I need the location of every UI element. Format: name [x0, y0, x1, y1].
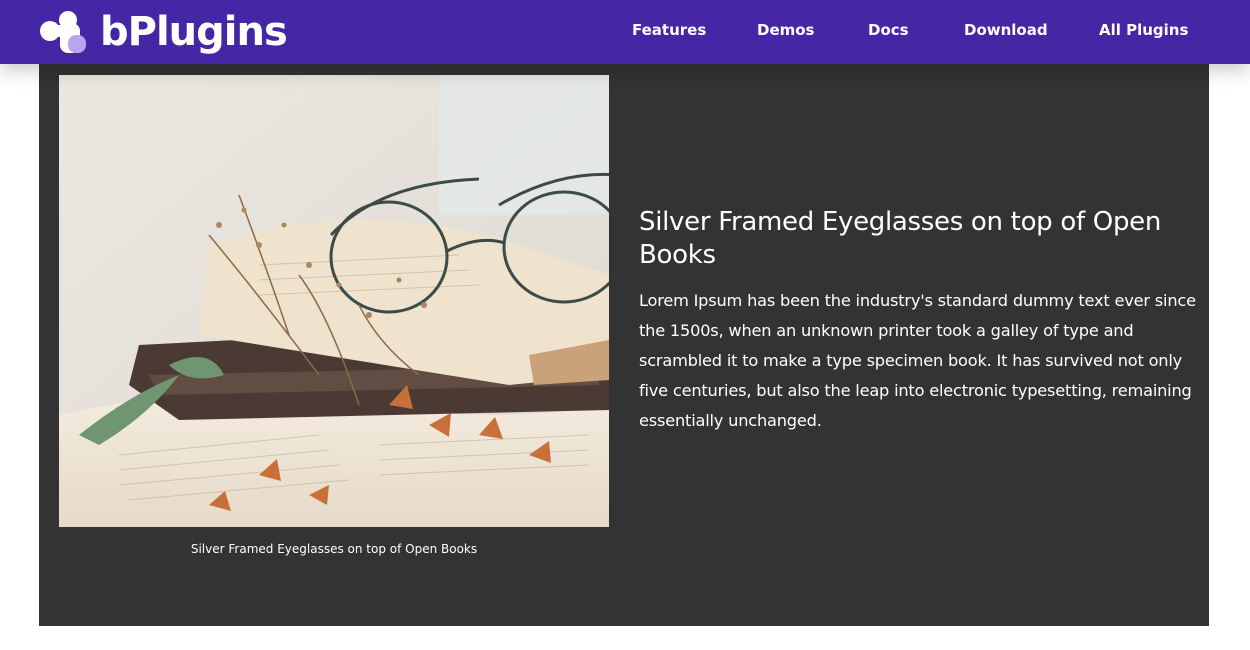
eyeglasses-books-image [59, 75, 609, 527]
site-header: bPlugins Features Demos Docs Download Al… [0, 0, 1250, 64]
nav-link-docs[interactable]: Docs [868, 21, 909, 39]
photo-illustration [59, 75, 609, 527]
content-description: Lorem Ipsum has been the industry's stan… [639, 291, 1196, 430]
nav-link-all-plugins[interactable]: All Plugins [1099, 21, 1188, 39]
nav-link-features[interactable]: Features [632, 21, 706, 39]
nav-link-download[interactable]: Download [964, 21, 1048, 39]
main-nav: Features Demos Docs Download All Plugins [0, 0, 1250, 64]
content-title: Silver Framed Eyeglasses on top of Open … [639, 207, 1162, 270]
image-content-panel: Silver Framed Eyeglasses on top of Open … [39, 64, 1209, 626]
nav-link-demos[interactable]: Demos [757, 21, 815, 39]
image-caption: Silver Framed Eyeglasses on top of Open … [190, 542, 478, 556]
